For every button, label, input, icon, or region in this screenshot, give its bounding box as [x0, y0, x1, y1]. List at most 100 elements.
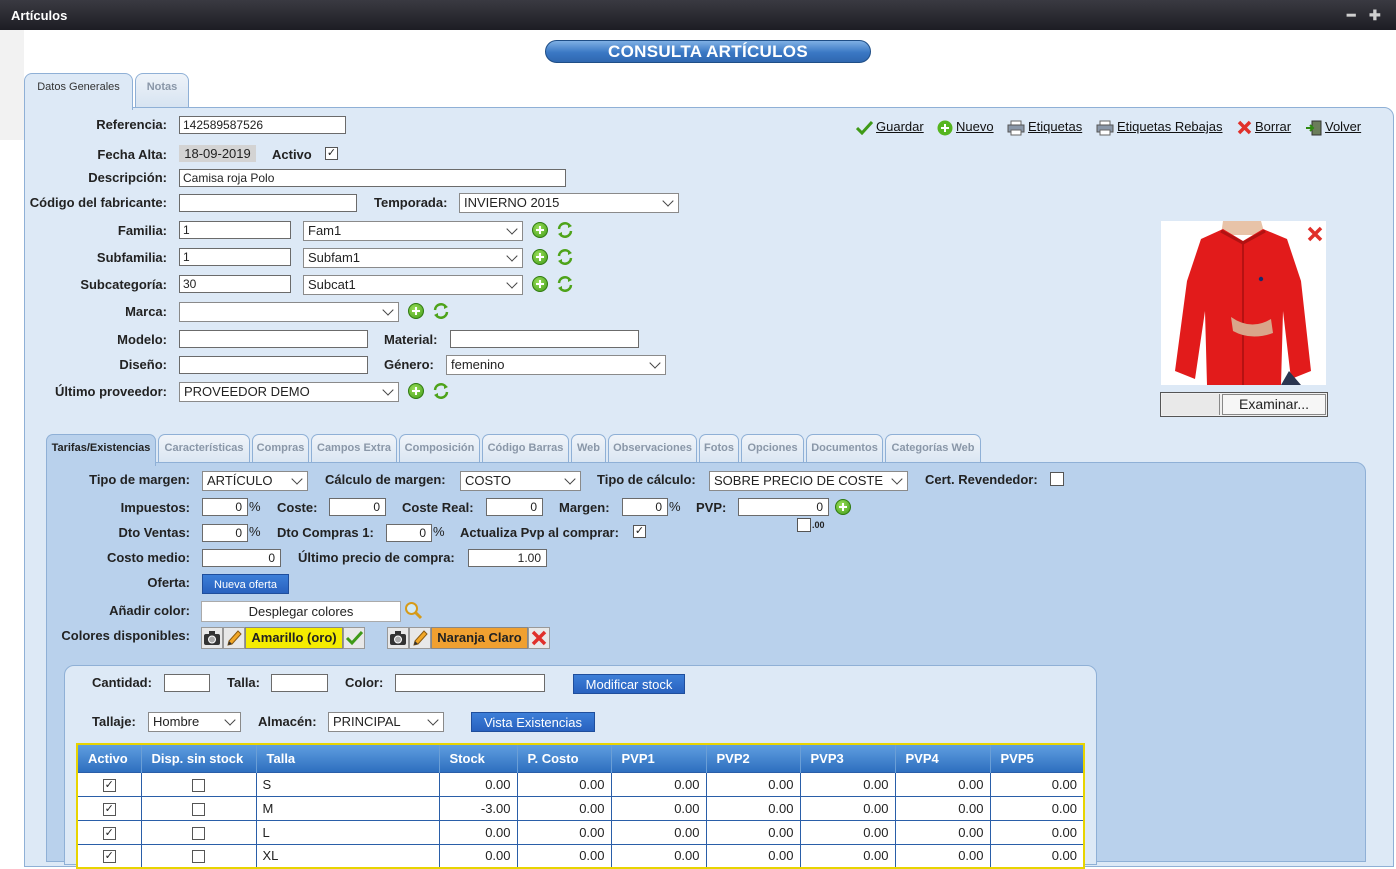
- back-button[interactable]: Volver: [1305, 119, 1361, 136]
- camera-icon[interactable]: [201, 627, 223, 649]
- ultimo-proveedor-select[interactable]: PROVEEDOR DEMO: [179, 382, 399, 402]
- actualiza-pvp-checkbox[interactable]: ✓: [633, 525, 646, 538]
- column-header[interactable]: P. Costo: [517, 744, 612, 772]
- subtab-codigo-barras[interactable]: Código Barras: [482, 434, 569, 464]
- file-picker[interactable]: Examinar...: [1160, 392, 1328, 417]
- check-icon[interactable]: [343, 627, 365, 649]
- costo-cell[interactable]: 0.00: [516, 771, 612, 797]
- subfamilia-select[interactable]: Subfam1: [303, 248, 523, 268]
- tab-datos-generales[interactable]: Datos Generales: [24, 73, 133, 110]
- pvp1-cell[interactable]: 0.00: [610, 771, 707, 797]
- disp-checkbox[interactable]: [192, 802, 205, 816]
- refresh-icon[interactable]: [432, 382, 450, 400]
- stock-cell[interactable]: 0.00: [438, 843, 518, 869]
- activo-checkbox[interactable]: ✓: [102, 778, 116, 792]
- subtab-tarifas[interactable]: Tarifas/Existencias: [46, 434, 156, 466]
- stock-cell[interactable]: -3.00: [438, 795, 518, 821]
- pencil-icon[interactable]: [409, 627, 431, 649]
- cert-revendedor-checkbox[interactable]: [1050, 472, 1064, 486]
- subtab-campos-extra[interactable]: Campos Extra: [311, 434, 397, 464]
- talla-cell[interactable]: M: [255, 795, 440, 821]
- marca-select[interactable]: [179, 302, 399, 322]
- pvp1-cell[interactable]: 0.00: [610, 819, 707, 845]
- ultimo-precio-input[interactable]: 1.00: [468, 549, 547, 567]
- labels-button[interactable]: Etiquetas: [1007, 119, 1082, 136]
- pvp5-cell[interactable]: 0.00: [989, 819, 1085, 845]
- red-x-icon[interactable]: [528, 627, 550, 649]
- color-input[interactable]: [395, 674, 545, 692]
- subtab-fotos[interactable]: Fotos: [699, 434, 739, 464]
- disp-checkbox[interactable]: [192, 850, 205, 864]
- activo-checkbox[interactable]: ✓: [102, 826, 116, 840]
- tipo-margen-select[interactable]: ARTÍCULO: [202, 471, 308, 491]
- view-stock-button[interactable]: Vista Existencias: [471, 712, 595, 732]
- column-header[interactable]: PVP2: [706, 744, 801, 772]
- subtab-opciones[interactable]: Opciones: [741, 434, 804, 464]
- camera-icon[interactable]: [387, 627, 409, 649]
- coste-real-input[interactable]: 0: [486, 498, 543, 516]
- pvp3-cell[interactable]: 0.00: [799, 771, 896, 797]
- margen-input[interactable]: 0: [622, 498, 668, 516]
- browse-button[interactable]: Examinar...: [1222, 394, 1326, 415]
- genero-select[interactable]: femenino: [446, 355, 666, 375]
- disp-checkbox[interactable]: [192, 778, 205, 792]
- familia-select[interactable]: Fam1: [303, 221, 523, 241]
- descripcion-input[interactable]: Camisa roja Polo: [179, 169, 566, 187]
- activo-checkbox[interactable]: ✓: [325, 147, 338, 160]
- talla-input[interactable]: [271, 674, 328, 692]
- sale-labels-button[interactable]: Etiquetas Rebajas: [1096, 119, 1223, 136]
- refresh-icon[interactable]: [432, 302, 450, 320]
- dto-ventas-input[interactable]: 0: [202, 524, 248, 542]
- subtab-composicion[interactable]: Composición: [399, 434, 480, 464]
- pvp1-cell[interactable]: 0.00: [610, 843, 707, 869]
- pvp4-cell[interactable]: 0.00: [894, 819, 991, 845]
- column-header[interactable]: Activo: [77, 744, 142, 772]
- pvp-input[interactable]: 0: [738, 498, 829, 516]
- minimize-icon[interactable]: ━: [1347, 7, 1355, 24]
- refresh-icon[interactable]: [556, 221, 574, 239]
- disp-checkbox[interactable]: [192, 826, 205, 840]
- activo-checkbox[interactable]: ✓: [102, 802, 116, 816]
- temporada-select[interactable]: INVIERNO 2015: [459, 193, 679, 213]
- modify-stock-button[interactable]: Modificar stock: [573, 674, 685, 694]
- column-header[interactable]: PVP3: [800, 744, 896, 772]
- pvp2-cell[interactable]: 0.00: [705, 795, 801, 821]
- subtab-documentos[interactable]: Documentos: [806, 434, 883, 464]
- subcategoria-code-input[interactable]: 30: [179, 275, 291, 293]
- activo-checkbox[interactable]: ✓: [102, 850, 116, 864]
- almacen-select[interactable]: PRINCIPAL: [328, 712, 444, 732]
- pvp5-cell[interactable]: 0.00: [989, 771, 1085, 797]
- stock-cell[interactable]: 0.00: [438, 819, 518, 845]
- pvp2-cell[interactable]: 0.00: [705, 819, 801, 845]
- material-input[interactable]: [450, 330, 639, 348]
- subtab-categorias-web[interactable]: Categorías Web: [885, 434, 981, 464]
- add-pvp-icon[interactable]: [835, 499, 851, 515]
- column-header[interactable]: Stock: [439, 744, 518, 772]
- column-header[interactable]: Disp. sin stock: [141, 744, 257, 772]
- show-colors-button[interactable]: Desplegar colores: [201, 601, 401, 622]
- cantidad-input[interactable]: [164, 674, 210, 692]
- subtab-compras[interactable]: Compras: [252, 434, 309, 464]
- add-marca-icon[interactable]: [408, 303, 424, 319]
- subtab-web[interactable]: Web: [571, 434, 606, 464]
- new-button[interactable]: Nuevo: [937, 119, 994, 136]
- talla-cell[interactable]: L: [255, 819, 440, 845]
- pvp-decimals-checkbox[interactable]: [797, 518, 811, 532]
- remove-photo-icon[interactable]: [1307, 226, 1323, 242]
- dto-compras-input[interactable]: 0: [386, 524, 432, 542]
- codigo-fabricante-input[interactable]: [179, 194, 357, 212]
- pvp3-cell[interactable]: 0.00: [799, 819, 896, 845]
- coste-input[interactable]: 0: [329, 498, 386, 516]
- new-offer-button[interactable]: Nueva oferta: [202, 574, 289, 594]
- costo-cell[interactable]: 0.00: [516, 843, 612, 869]
- refresh-icon[interactable]: [556, 248, 574, 266]
- costo-medio-input[interactable]: 0: [202, 549, 281, 567]
- column-header[interactable]: Talla: [256, 744, 440, 772]
- pvp2-cell[interactable]: 0.00: [705, 771, 801, 797]
- magnifier-icon[interactable]: [404, 601, 423, 620]
- add-subcategoria-icon[interactable]: [532, 276, 548, 292]
- impuestos-input[interactable]: 0: [202, 498, 248, 516]
- subcategoria-select[interactable]: Subcat1: [303, 275, 523, 295]
- diseno-input[interactable]: [179, 356, 368, 374]
- modelo-input[interactable]: [179, 330, 368, 348]
